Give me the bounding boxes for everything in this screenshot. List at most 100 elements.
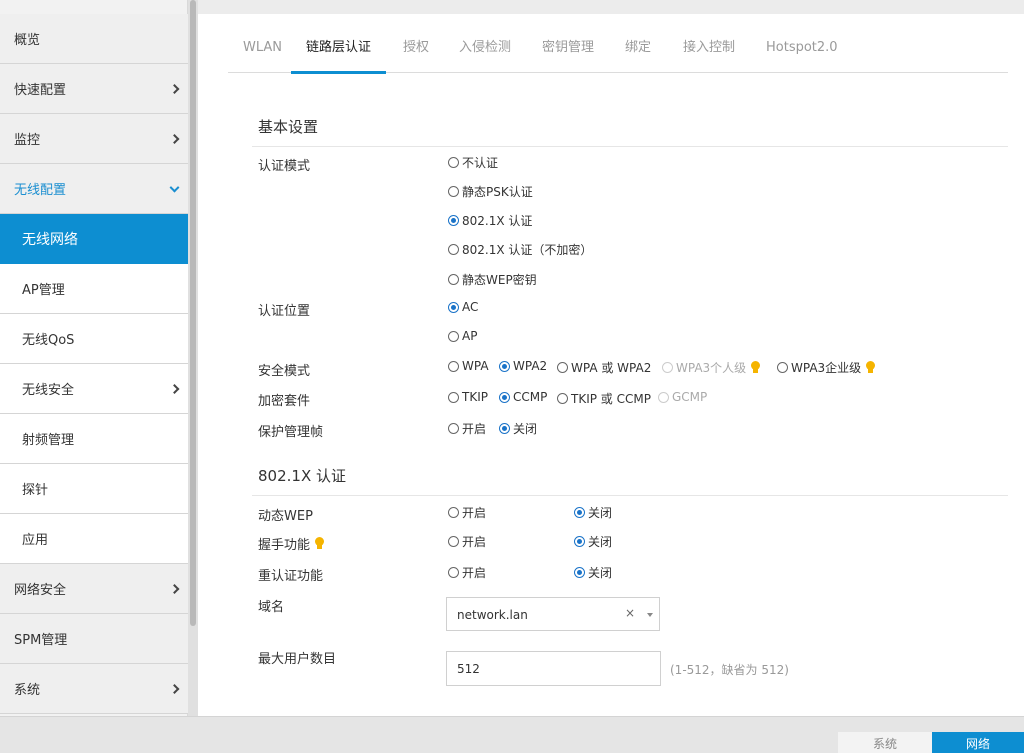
sidebar-item-rf-management[interactable]: 射频管理 bbox=[0, 414, 188, 464]
sidebar-item-label: 监控 bbox=[14, 133, 41, 148]
sidebar-item-wireless-config[interactable]: 无线配置 bbox=[0, 164, 188, 214]
tab-hotspot[interactable]: Hotspot2.0 bbox=[766, 38, 838, 73]
sidebar-item-label: 无线QoS bbox=[22, 333, 75, 348]
scrollbar-thumb[interactable] bbox=[190, 0, 196, 626]
bottom-tab-system[interactable]: 系统 bbox=[838, 732, 932, 753]
radio-selected-icon bbox=[499, 423, 510, 434]
option-label: 静态WEP密钥 bbox=[462, 273, 537, 287]
bottom-bar: 系统 网络 bbox=[0, 716, 1024, 753]
chevron-down-icon[interactable] bbox=[647, 613, 653, 617]
dynamic-wep-off-radio[interactable]: 关闭 bbox=[574, 504, 612, 521]
dynamic-wep-on-radio[interactable]: 开启 bbox=[448, 504, 486, 521]
tab-authorization[interactable]: 授权 bbox=[403, 38, 429, 73]
option-label: CCMP bbox=[513, 390, 548, 404]
chevron-right-icon bbox=[169, 383, 180, 394]
security-mode-wpa-or-wpa2-radio[interactable]: WPA 或 WPA2 bbox=[557, 359, 651, 376]
option-label: 静态PSK认证 bbox=[462, 185, 533, 199]
cipher-tkip-or-ccmp-radio[interactable]: TKIP 或 CCMP bbox=[557, 390, 651, 407]
cipher-gcmp-radio[interactable]: GCMP bbox=[658, 390, 707, 404]
pmf-off-radio[interactable]: 关闭 bbox=[499, 420, 537, 437]
tab-bar: WLAN 链路层认证 授权 入侵检测 密钥管理 绑定 接入控制 Hotspot2… bbox=[228, 38, 1008, 74]
option-label: 开启 bbox=[462, 422, 487, 436]
max-users-input[interactable] bbox=[446, 651, 661, 686]
auth-mode-8021x-noenc-radio[interactable]: 802.1X 认证（不加密） bbox=[448, 241, 592, 258]
cipher-tkip-radio[interactable]: TKIP bbox=[448, 390, 488, 404]
sidebar-item-label: 射频管理 bbox=[22, 433, 75, 448]
sidebar-item-label: 系统 bbox=[14, 683, 41, 698]
auth-mode-wep-radio[interactable]: 静态WEP密钥 bbox=[448, 271, 537, 288]
radio-icon bbox=[448, 536, 459, 547]
security-mode-label: 安全模式 bbox=[258, 364, 311, 379]
divider bbox=[252, 146, 1008, 147]
cipher-ccmp-radio[interactable]: CCMP bbox=[499, 390, 547, 404]
security-mode-wpa3-enterprise-radio[interactable]: WPA3企业级 bbox=[777, 359, 876, 376]
sidebar-item-wireless-qos[interactable]: 无线QoS bbox=[0, 314, 188, 364]
auth-mode-none-radio[interactable]: 不认证 bbox=[448, 154, 498, 171]
radio-icon bbox=[448, 274, 459, 285]
handshake-on-radio[interactable]: 开启 bbox=[448, 533, 486, 550]
auth-mode-psk-radio[interactable]: 静态PSK认证 bbox=[448, 183, 533, 200]
option-label: WPA3个人级 bbox=[676, 361, 747, 375]
lightbulb-icon[interactable] bbox=[866, 361, 876, 374]
security-mode-wpa3-personal-radio[interactable]: WPA3个人级 bbox=[662, 359, 761, 376]
sidebar-item-wireless-security[interactable]: 无线安全 bbox=[0, 364, 188, 414]
cipher-suite-label: 加密套件 bbox=[258, 394, 311, 409]
sidebar-item-probe[interactable]: 探针 bbox=[0, 464, 188, 514]
handshake-label-text: 握手功能 bbox=[258, 538, 311, 553]
security-mode-wpa2-radio[interactable]: WPA2 bbox=[499, 359, 547, 373]
lightbulb-icon[interactable] bbox=[751, 361, 761, 374]
domain-select[interactable]: network.lan × bbox=[446, 597, 660, 631]
sidebar-item-label: 无线配置 bbox=[14, 183, 67, 198]
sidebar-item-application[interactable]: 应用 bbox=[0, 514, 188, 564]
chevron-right-icon bbox=[169, 133, 180, 144]
sidebar-item-overview[interactable]: 概览 bbox=[0, 14, 188, 64]
sidebar-item-monitor[interactable]: 监控 bbox=[0, 114, 188, 164]
option-label: 不认证 bbox=[462, 156, 499, 170]
sidebar-scrollbar[interactable] bbox=[188, 0, 198, 716]
option-label: 关闭 bbox=[588, 506, 613, 520]
reauth-off-radio[interactable]: 关闭 bbox=[574, 564, 612, 581]
pmf-label: 保护管理帧 bbox=[258, 425, 324, 440]
tab-access-control[interactable]: 接入控制 bbox=[683, 38, 735, 73]
sidebar: 概览 快速配置 监控 无线配置 无线网络 AP管理 无线QoS 无线安全 射频管… bbox=[0, 0, 188, 716]
lightbulb-icon[interactable] bbox=[315, 537, 325, 550]
tab-key-management[interactable]: 密钥管理 bbox=[542, 38, 594, 73]
max-users-label: 最大用户数目 bbox=[258, 652, 337, 667]
tab-link-layer-auth[interactable]: 链路层认证 bbox=[290, 38, 387, 74]
sidebar-item-ap-management[interactable]: AP管理 bbox=[0, 264, 188, 314]
chevron-down-icon bbox=[169, 182, 180, 193]
option-label: 开启 bbox=[462, 535, 487, 549]
auth-mode-8021x-radio[interactable]: 802.1X 认证 bbox=[448, 212, 532, 229]
reauth-on-radio[interactable]: 开启 bbox=[448, 564, 486, 581]
handshake-off-radio[interactable]: 关闭 bbox=[574, 533, 612, 550]
sidebar-item-label: 概览 bbox=[14, 33, 41, 48]
pmf-on-radio[interactable]: 开启 bbox=[448, 420, 486, 437]
domain-value: network.lan bbox=[457, 608, 528, 622]
bottom-tab-network[interactable]: 网络 bbox=[932, 732, 1024, 753]
sidebar-item-spm-management[interactable]: SPM管理 bbox=[0, 614, 188, 664]
domain-label: 域名 bbox=[258, 600, 285, 615]
tab-wlan[interactable]: WLAN bbox=[243, 38, 282, 73]
sidebar-item-network-security[interactable]: 网络安全 bbox=[0, 564, 188, 614]
radio-icon bbox=[448, 360, 459, 372]
tab-binding[interactable]: 绑定 bbox=[625, 38, 651, 73]
auth-location-ac-radio[interactable]: AC bbox=[448, 300, 478, 314]
dynamic-wep-label: 动态WEP bbox=[258, 509, 313, 524]
clear-icon[interactable]: × bbox=[625, 606, 635, 620]
radio-selected-icon bbox=[574, 507, 585, 518]
auth-location-label: 认证位置 bbox=[258, 304, 311, 319]
sidebar-item-label: 无线网络 bbox=[22, 231, 78, 248]
security-mode-wpa-radio[interactable]: WPA bbox=[448, 359, 489, 373]
radio-selected-icon bbox=[574, 567, 585, 578]
tab-intrusion-detection[interactable]: 入侵检测 bbox=[459, 38, 511, 73]
sidebar-item-quick-config[interactable]: 快速配置 bbox=[0, 64, 188, 114]
radio-icon bbox=[448, 567, 459, 578]
sidebar-item-system[interactable]: 系统 bbox=[0, 664, 188, 714]
radio-selected-icon bbox=[499, 360, 510, 372]
option-label: 关闭 bbox=[513, 422, 538, 436]
sidebar-item-wireless-network[interactable]: 无线网络 bbox=[0, 214, 188, 264]
radio-icon bbox=[557, 393, 568, 404]
auth-location-ap-radio[interactable]: AP bbox=[448, 329, 477, 343]
radio-icon bbox=[557, 362, 568, 373]
auth-mode-label: 认证模式 bbox=[258, 159, 311, 174]
